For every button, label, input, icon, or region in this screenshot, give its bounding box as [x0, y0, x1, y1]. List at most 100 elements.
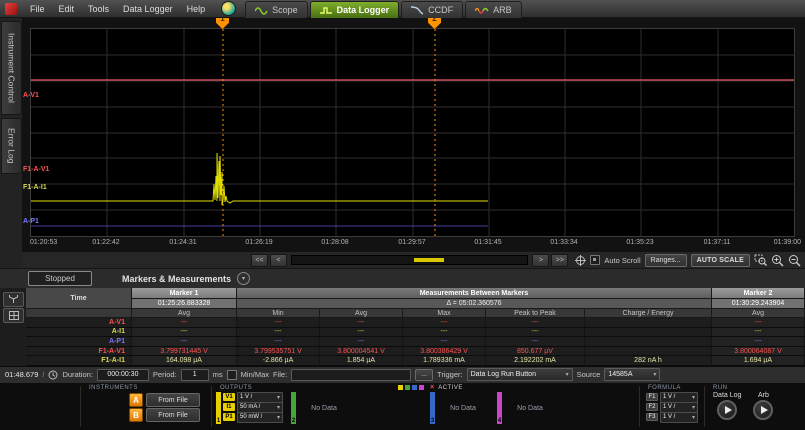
file-input[interactable]: [291, 369, 411, 381]
x-axis-label: 01:26:19: [245, 239, 272, 246]
panel-dropdown-button[interactable]: ▾: [237, 272, 250, 285]
f3-range-select[interactable]: 1 V / ▾: [660, 412, 698, 423]
minmax-checkbox[interactable]: [227, 370, 237, 380]
scroll-track[interactable]: [291, 255, 528, 265]
channel-2-block: 2 No Data: [291, 392, 350, 424]
v1-badge[interactable]: V1: [223, 393, 235, 401]
scroll-forward-button[interactable]: >: [532, 254, 549, 267]
trace-chip-green: [405, 385, 410, 390]
waveform-plot[interactable]: [30, 28, 795, 237]
trigger-label: Trigger:: [437, 370, 463, 379]
scroll-thumb[interactable]: [414, 258, 444, 262]
menu-help[interactable]: Help: [180, 4, 213, 14]
arb-run-button[interactable]: [753, 400, 773, 420]
tab-data-logger[interactable]: Data Logger: [310, 1, 400, 18]
channel-3-block: 3 No Data: [430, 392, 489, 424]
row-marker2-value: 3.800064087 V: [712, 347, 805, 356]
instrument-b-badge[interactable]: B: [129, 408, 143, 422]
row-avg: ---: [320, 328, 403, 337]
row-min: 3.799535751 V: [237, 347, 320, 356]
menu-edit[interactable]: Edit: [52, 4, 82, 14]
row-max: ---: [403, 328, 486, 337]
tab-arb[interactable]: ARB: [465, 1, 522, 18]
row-peak-to-peak: 850.677 µV: [486, 347, 585, 356]
f2-range-select[interactable]: 1 V / ▾: [660, 402, 698, 413]
tab-arb-label: ARB: [493, 5, 512, 15]
duration-value[interactable]: 000:00:30: [97, 369, 149, 381]
p1-badge[interactable]: P1: [223, 413, 235, 421]
scroll-fast-forward-button[interactable]: >>: [551, 254, 568, 267]
rail-tab-error-log[interactable]: Error Log: [1, 118, 22, 174]
instrument-a-from-file-button[interactable]: From File: [146, 393, 200, 407]
f1-badge[interactable]: F1: [646, 393, 658, 401]
bottom-spacer: [0, 383, 80, 430]
trace-chip-yellow: [398, 385, 403, 390]
menu-tools[interactable]: Tools: [81, 4, 116, 14]
ccdf-curve-icon: [411, 6, 424, 15]
zoom-region-icon[interactable]: [754, 254, 767, 267]
instrument-b-from-file-button[interactable]: From File: [146, 408, 200, 422]
f2-badge[interactable]: F2: [646, 403, 658, 411]
measurements-table: Time Marker 1 Measurements Between Marke…: [0, 288, 805, 366]
browse-button[interactable]: ...: [415, 369, 433, 381]
auto-scroll-label: Auto Scroll: [604, 256, 640, 265]
col-header-marker1: Marker 1: [132, 288, 237, 299]
close-icon[interactable]: ×: [430, 384, 434, 391]
row-avg: ---: [320, 337, 403, 346]
tab-ccdf[interactable]: CCDF: [401, 1, 463, 18]
row-charge: [585, 318, 712, 327]
play-icon: [761, 406, 768, 414]
auto-scale-button[interactable]: AUTO SCALE: [691, 254, 750, 267]
scroll-rewind-button[interactable]: <<: [251, 254, 268, 267]
channel-4-bar: 4: [497, 392, 502, 424]
f2-range-value: 1 V /: [663, 404, 675, 410]
i1-range-select[interactable]: 50 mA / ▾: [237, 402, 283, 413]
auto-scroll-checkbox[interactable]: [590, 255, 600, 265]
row-avg: 1.854 µA: [320, 356, 403, 365]
run-section: RUN Data Log Arb: [705, 383, 805, 430]
row-name: F1-A-V1: [26, 347, 132, 356]
row-avg: 3.800004541 V: [320, 347, 403, 356]
grid-view-button[interactable]: [3, 308, 24, 323]
x-axis-label: 01:33:34: [550, 239, 577, 246]
ranges-button[interactable]: Ranges...: [645, 254, 687, 267]
menu-file[interactable]: File: [23, 4, 52, 14]
marker2-time: 01:30:29.243904: [712, 299, 805, 309]
tab-scope[interactable]: Scope: [245, 1, 308, 18]
trace-select-button[interactable]: [3, 292, 24, 307]
instrument-a-badge[interactable]: A: [129, 393, 143, 407]
channel-4-no-data: No Data: [504, 392, 556, 424]
period-unit: ms: [213, 370, 223, 379]
chart-toolbar: Auto Scroll Ranges... AUTO SCALE: [569, 254, 805, 267]
i1-badge[interactable]: I1: [223, 403, 235, 411]
chart-scroll-row: << < > >> Auto Scroll Ranges... AUTO SCA…: [22, 252, 805, 268]
elapsed-time: 01:48.679: [5, 370, 38, 379]
trigger-select[interactable]: Data Log Run Button ▾: [467, 368, 573, 381]
x-axis-label: 01:31:45: [474, 239, 501, 246]
x-axis-label: 01:39:00: [774, 239, 801, 246]
run-state-badge: Stopped: [28, 271, 92, 286]
arb-wave-icon: [475, 6, 489, 15]
zoom-out-icon[interactable]: [788, 254, 801, 267]
rail-tab-instrument-control[interactable]: Instrument Control: [1, 21, 22, 115]
x-axis-label: 01:24:31: [169, 239, 196, 246]
f1-range-select[interactable]: 1 V / ▾: [660, 392, 698, 403]
table-row: F1-A-I1 164.098 µA -2.866 µA 1.854 µA 1.…: [26, 356, 805, 366]
v1-range-select[interactable]: 1 V / ▾: [237, 392, 283, 403]
p1-range-select[interactable]: 50 mW / ▾: [237, 412, 283, 423]
p1-range-value: 50 mW /: [240, 414, 262, 420]
zoom-in-icon[interactable]: [771, 254, 784, 267]
run-title: RUN: [705, 383, 805, 392]
f3-badge[interactable]: F3: [646, 413, 658, 421]
scroll-back-button[interactable]: <: [270, 254, 287, 267]
channel-4-block: 4 No Data: [497, 392, 556, 424]
menu-data-logger[interactable]: Data Logger: [116, 4, 180, 14]
period-input[interactable]: 1: [181, 369, 209, 381]
row-charge: 282 nA h: [585, 356, 712, 365]
row-max: 3.800386429 V: [403, 347, 486, 356]
table-row: A-I1 --- --- --- --- --- ---: [26, 328, 805, 338]
crosshair-icon[interactable]: [575, 255, 586, 266]
instruments-section: INSTRUMENTS A From File B From File: [81, 383, 211, 430]
source-select[interactable]: 14585A ▾: [604, 368, 660, 381]
data-log-run-button[interactable]: [717, 400, 737, 420]
